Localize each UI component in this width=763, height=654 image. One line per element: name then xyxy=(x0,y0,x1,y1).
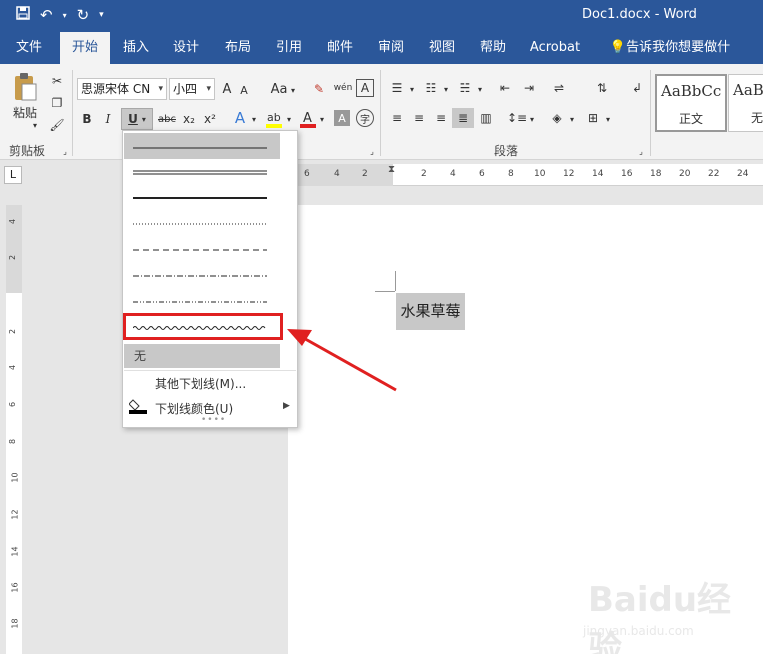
watermark-url: jingyan.baidu.com xyxy=(583,624,694,638)
watermark-logo: Baidu经验 xyxy=(588,580,732,654)
annotation-arrow-icon xyxy=(287,329,397,392)
